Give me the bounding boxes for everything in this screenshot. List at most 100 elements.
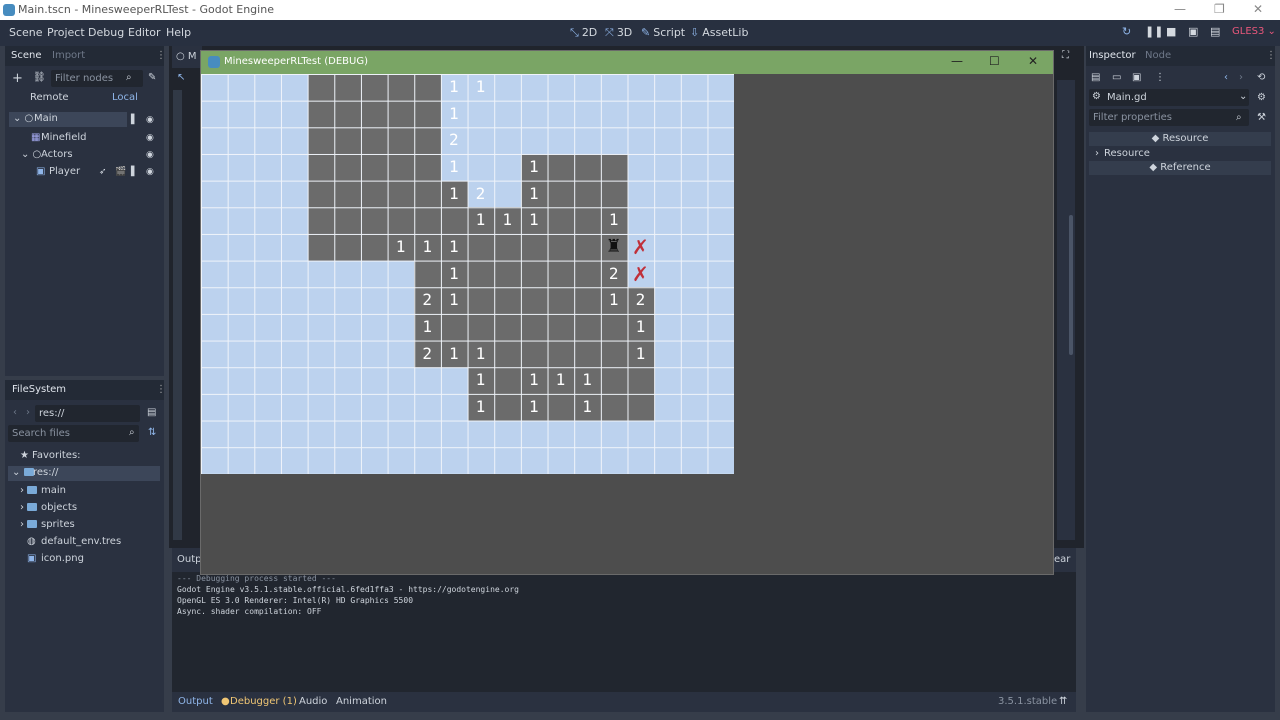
tab-inspector[interactable]: Inspector xyxy=(1089,50,1136,61)
history-icon[interactable]: ⟲ xyxy=(1257,72,1265,83)
play-custom-icon[interactable]: ▤ xyxy=(1210,25,1220,38)
minimize-icon[interactable]: — xyxy=(951,54,963,68)
select-tool-icon[interactable]: ↖ xyxy=(177,72,185,83)
menu-debug[interactable]: Debug xyxy=(88,26,124,39)
sort-icon[interactable]: ⇅ xyxy=(148,427,156,438)
resource-selector[interactable]: ⚙ Main.gd ⌄ xyxy=(1089,89,1249,106)
object-properties-icon[interactable]: ⚙ xyxy=(1257,92,1266,103)
distraction-free-icon[interactable]: ⛶ xyxy=(1062,50,1069,61)
tab-audio[interactable]: Audio xyxy=(299,696,327,707)
close-icon[interactable]: ✕ xyxy=(1253,2,1263,16)
menu-help[interactable]: Help xyxy=(166,26,191,39)
renderer-select[interactable]: GLES3 ⌄ xyxy=(1232,26,1276,37)
game-debug-window[interactable]: MinesweeperRLTest (DEBUG) — ☐ ✕ 11121112… xyxy=(200,50,1054,575)
tab-import[interactable]: Import xyxy=(52,50,85,61)
flag-icon: ✗ xyxy=(632,261,649,286)
open-folder-icon[interactable]: ▭ xyxy=(1112,72,1121,83)
settings-icon[interactable]: ⚒ xyxy=(1257,112,1266,123)
tree-item-res[interactable]: ⌄ res:// xyxy=(8,466,160,481)
restore-icon[interactable]: ❐ xyxy=(1214,2,1225,16)
local-button[interactable]: Local xyxy=(112,92,138,103)
tab-animation[interactable]: Animation xyxy=(336,696,387,707)
folder-objects-icon: › xyxy=(20,502,40,513)
more-icon[interactable]: ⋮ xyxy=(1155,72,1165,83)
game-window-titlebar[interactable]: MinesweeperRLTest (DEBUG) — ☐ ✕ xyxy=(201,51,1053,74)
split-view-icon[interactable]: ▤ xyxy=(147,407,156,418)
back-icon[interactable]: ‹ xyxy=(13,407,17,418)
tab-scene[interactable]: Scene xyxy=(11,50,42,61)
search-icon: ⌕ xyxy=(1236,112,1242,123)
visibility-icon[interactable]: ◉ xyxy=(146,115,154,125)
log-line: Godot Engine v3.5.1.stable.official.6fed… xyxy=(177,585,519,594)
tab-debugger[interactable]: Debugger (1) xyxy=(230,696,297,707)
minefield-board[interactable]: 1 1 1 2 1 1 1 2 1 1 1 1 1 1 1 1 1 2 2 1 1 2 1 1 2 1 1 1 1 1 1 1 1 1 1 ✗ ✗ ♜ xyxy=(201,74,734,474)
tree-item-sprites[interactable]: sprites xyxy=(41,519,75,530)
close-icon[interactable]: ✕ xyxy=(1028,54,1038,68)
minimize-icon[interactable]: — xyxy=(1174,2,1186,16)
play-scene-icon[interactable]: ▣ xyxy=(1188,25,1198,38)
output-tab[interactable]: Outp xyxy=(177,554,201,565)
reload-icon[interactable]: ↻ xyxy=(1122,25,1131,38)
dock-menu-icon[interactable]: ⋮ xyxy=(1266,50,1276,61)
cell-number: 2 xyxy=(608,263,619,283)
dock-menu-icon[interactable]: ⋮ xyxy=(156,384,166,395)
history-back-icon[interactable]: ‹ xyxy=(1224,72,1228,83)
menu-editor[interactable]: Editor xyxy=(128,26,161,39)
menu-project[interactable]: Project xyxy=(47,26,85,39)
visibility-icon[interactable]: ◉ xyxy=(146,150,154,160)
pin-icon[interactable]: ⇈ xyxy=(1059,696,1067,707)
instance-icon[interactable]: 🎬 xyxy=(115,167,126,177)
stop-icon[interactable]: ■ xyxy=(1166,25,1176,38)
property-resource[interactable]: Resource xyxy=(1104,148,1150,159)
workspace-assetlib[interactable]: ⇩ AssetLib xyxy=(690,26,748,39)
visibility-icon[interactable]: ◉ xyxy=(146,167,154,177)
tree-item-player[interactable]: Player xyxy=(49,166,80,177)
forward-icon[interactable]: › xyxy=(26,407,30,418)
tree-item-icon-png[interactable]: icon.png xyxy=(41,553,84,564)
3d-icon: ⤧ xyxy=(605,26,614,39)
tree-item-objects[interactable]: objects xyxy=(41,502,77,513)
remote-button[interactable]: Remote xyxy=(30,92,69,103)
menu-scene[interactable]: Scene xyxy=(9,26,43,39)
cell-number: 2 xyxy=(475,183,486,203)
script-attach-icon[interactable]: ✎ xyxy=(148,72,156,83)
visibility-icon[interactable]: ◉ xyxy=(146,133,154,143)
tab-output[interactable]: Output xyxy=(178,696,213,707)
workspace-2d[interactable]: ⤡ 2D xyxy=(570,26,597,40)
tree-item-main[interactable]: ⌄ ○ Main xyxy=(9,112,127,127)
section-resource-header[interactable]: ◆ Resource xyxy=(1089,132,1271,146)
clear-button[interactable]: ear xyxy=(1054,554,1070,565)
cell-number: 1 xyxy=(528,157,539,176)
filesystem-tabs: FileSystem ⋮ xyxy=(5,380,166,400)
dock-menu-icon[interactable]: ⋮ xyxy=(156,50,166,61)
workspace-script[interactable]: ✎ Script xyxy=(641,26,685,39)
script-icon[interactable]: ▌ xyxy=(131,167,138,177)
tab-node[interactable]: Node xyxy=(1145,50,1171,61)
kinematic-body-icon: ▣ xyxy=(36,166,46,177)
filter-properties-input[interactable]: Filter properties xyxy=(1089,109,1249,126)
link-icon[interactable]: ⛓ xyxy=(33,72,46,83)
workspace-3d[interactable]: ⤧ 3D xyxy=(605,26,632,40)
save-icon[interactable]: ▣ xyxy=(1132,72,1141,83)
pause-icon[interactable]: ❚❚ xyxy=(1145,25,1163,38)
viewport-tab[interactable]: ○ M xyxy=(172,46,202,68)
section-reference-header[interactable]: ◆ Reference xyxy=(1089,161,1271,175)
history-forward-icon[interactable]: › xyxy=(1239,72,1243,83)
image-icon: ▣ xyxy=(27,553,37,564)
add-node-icon[interactable]: + xyxy=(12,71,23,86)
section-resource-label: Resource xyxy=(1162,133,1209,144)
tree-item-actors[interactable]: Actors xyxy=(41,149,73,160)
maximize-icon[interactable]: ☐ xyxy=(989,54,1000,68)
vertical-scrollbar[interactable] xyxy=(1069,215,1073,355)
tree-item-default-env[interactable]: default_env.tres xyxy=(41,536,121,547)
viewport-scrollbar-area xyxy=(1057,80,1075,540)
search-icon: ⌕ xyxy=(126,72,132,83)
new-resource-icon[interactable]: ▤ xyxy=(1091,72,1100,83)
path-field[interactable]: res:// xyxy=(35,405,140,422)
script-icon[interactable]: ▌ xyxy=(131,115,138,125)
signal-icon[interactable]: ➶ xyxy=(99,167,107,177)
chevron-down-icon: ⌄ xyxy=(1239,91,1248,102)
tree-item-main-folder[interactable]: main xyxy=(41,485,66,496)
search-files-input[interactable]: Search files xyxy=(8,425,139,442)
tree-item-minefield[interactable]: Minefield xyxy=(41,132,86,143)
